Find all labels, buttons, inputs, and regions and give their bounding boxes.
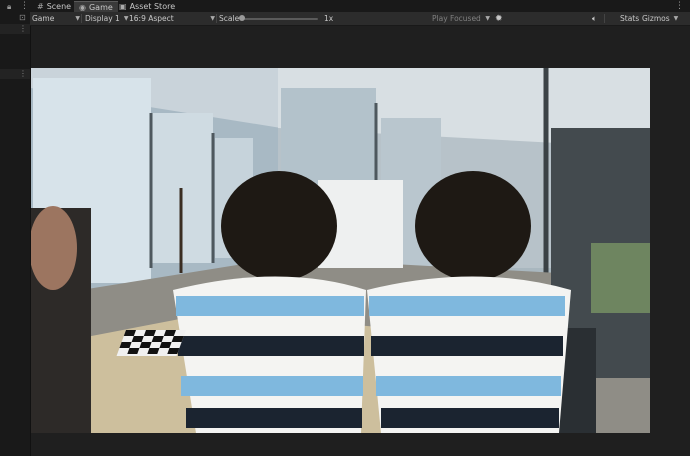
chevron-down-icon: ▼	[123, 15, 129, 22]
tab-label: Asset Store	[129, 2, 176, 11]
chevron-down-icon: ▼	[485, 15, 490, 22]
play-mode-dropdown[interactable]: Play Focused ▼	[432, 13, 490, 24]
plant	[591, 243, 650, 313]
divider	[216, 14, 217, 23]
lock-icon[interactable]: 🔒︎	[7, 2, 11, 12]
stats-button[interactable]: Stats	[620, 13, 639, 24]
display-label: Display 1	[85, 14, 120, 23]
speaker-icon[interactable]: 🔈︎	[592, 13, 597, 24]
gizmos-label: Gizmos	[642, 14, 670, 23]
divider	[81, 14, 82, 23]
tab-label: Game	[88, 3, 113, 12]
aspect-label: 16:9 Aspect	[129, 14, 174, 23]
scale-label: Scale	[219, 14, 240, 23]
tab-scene[interactable]: # Scene	[32, 1, 76, 12]
kebab-menu-icon[interactable]: ⋮	[20, 1, 29, 11]
kebab-menu-icon[interactable]: ⋮	[675, 1, 684, 11]
display-dropdown[interactable]: Display 1 ▼	[85, 13, 128, 24]
kebab-menu-icon[interactable]: ⋮	[19, 24, 27, 33]
game-mode-dropdown[interactable]: Game ▼	[32, 13, 80, 24]
game-viewport[interactable]	[31, 68, 650, 433]
game-mode-label: Game	[32, 14, 55, 23]
game-icon: ◉	[79, 3, 86, 12]
tab-asset-store[interactable]: ▣ Asset Store	[114, 1, 180, 12]
hierarchy-panel: ⊡ ⋮ ⋮	[0, 12, 31, 456]
hair	[415, 171, 531, 281]
bug-icon[interactable]: ✹	[495, 13, 503, 24]
gizmos-dropdown[interactable]: Gizmos ▼	[642, 13, 678, 24]
play-mode-label: Play Focused	[432, 14, 481, 23]
scale-value: 1x	[324, 14, 334, 23]
aspect-dropdown[interactable]: 16:9 Aspect ▼	[129, 13, 215, 24]
hair	[221, 171, 337, 281]
chevron-down-icon: ▼	[210, 15, 215, 22]
chevron-down-icon: ▼	[75, 15, 80, 22]
game-render	[31, 68, 650, 433]
kebab-menu-icon[interactable]: ⋮	[19, 69, 27, 78]
divider	[604, 14, 605, 23]
tab-label: Scene	[46, 2, 72, 11]
scene-icon: #	[37, 2, 44, 11]
face	[31, 206, 77, 290]
asset-store-icon: ▣	[119, 2, 127, 11]
calibration-board	[116, 330, 186, 356]
scale-slider-handle[interactable]	[239, 15, 245, 21]
settings-icon[interactable]: ⊡	[19, 13, 26, 22]
panel-header: 🔒︎ ⋮	[0, 0, 30, 12]
scale-slider[interactable]	[241, 18, 318, 20]
chevron-down-icon: ▼	[673, 15, 679, 22]
